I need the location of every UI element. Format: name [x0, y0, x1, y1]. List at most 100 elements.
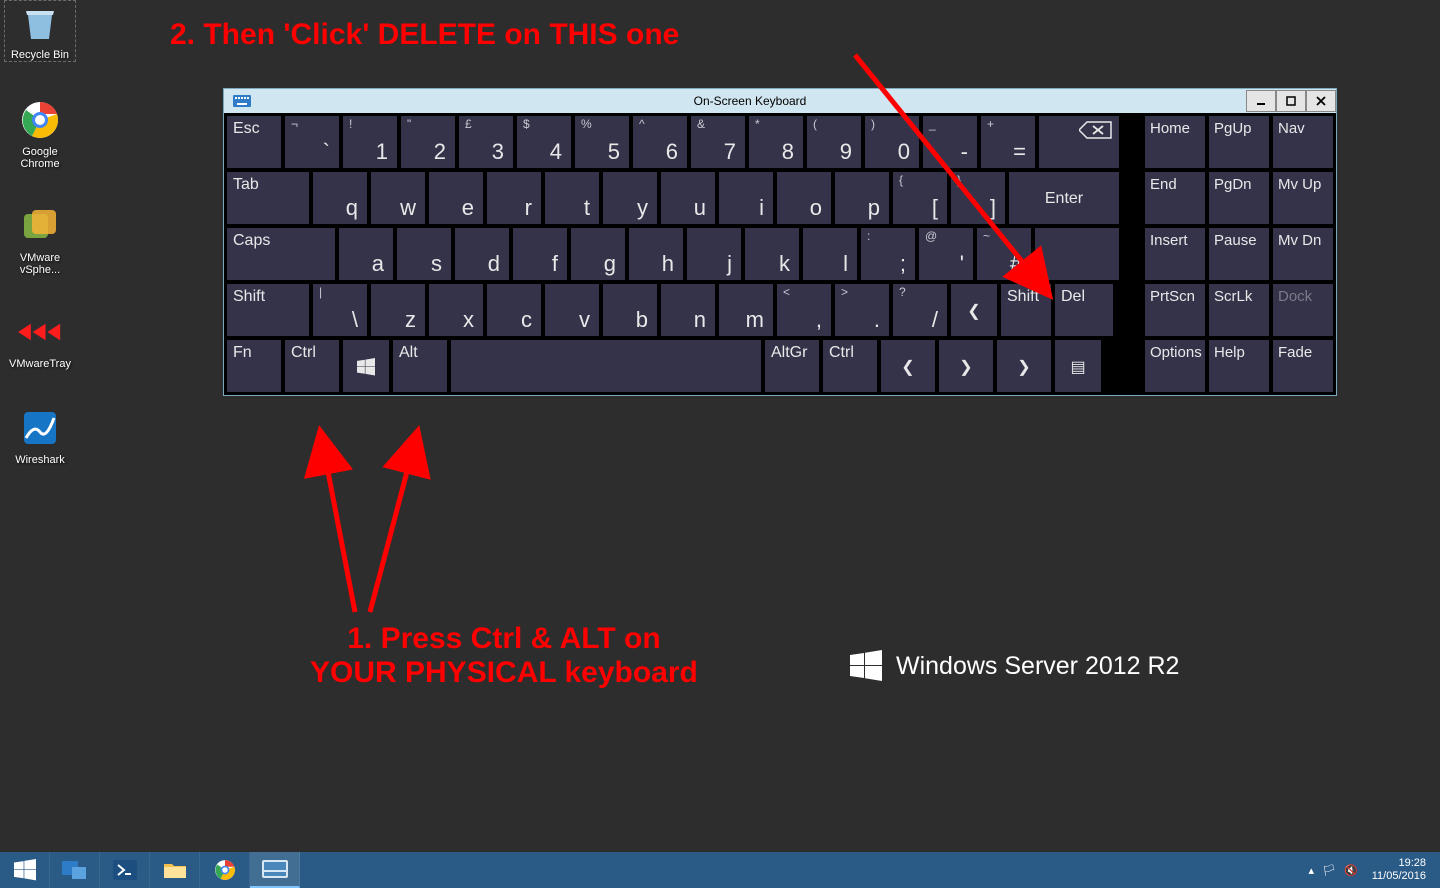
key-[interactable]: _-: [923, 116, 977, 168]
key-r[interactable]: r: [487, 172, 541, 224]
osk-titlebar[interactable]: On-Screen Keyboard: [224, 89, 1336, 113]
key-b[interactable]: b: [603, 284, 657, 336]
side-key-fade[interactable]: Fade: [1273, 340, 1333, 392]
side-key-prtscn[interactable]: PrtScn: [1145, 284, 1205, 336]
key-t[interactable]: t: [545, 172, 599, 224]
key-blank[interactable]: [451, 340, 761, 392]
key-x[interactable]: x: [429, 284, 483, 336]
key-[interactable]: {[: [893, 172, 947, 224]
key-m[interactable]: m: [719, 284, 773, 336]
key-del[interactable]: Del: [1055, 284, 1113, 336]
key-[interactable]: ¬`: [285, 116, 339, 168]
down-arrow[interactable]: ❯: [939, 340, 993, 392]
key-shift[interactable]: Shift: [227, 284, 309, 336]
key-[interactable]: }]: [951, 172, 1005, 224]
minimize-button[interactable]: [1246, 90, 1276, 112]
key-o[interactable]: o: [777, 172, 831, 224]
key-u[interactable]: u: [661, 172, 715, 224]
desktop-icon-vmwaretray[interactable]: VMwareTray: [4, 310, 76, 370]
key-v[interactable]: v: [545, 284, 599, 336]
key-p[interactable]: p: [835, 172, 889, 224]
key-windows[interactable]: [343, 340, 389, 392]
key-d[interactable]: d: [455, 228, 509, 280]
desktop-icon-vmware-vsphere[interactable]: VMware vSphe...: [4, 204, 76, 276]
key-8[interactable]: *8: [749, 116, 803, 168]
key-y[interactable]: y: [603, 172, 657, 224]
key-g[interactable]: g: [571, 228, 625, 280]
key-j[interactable]: j: [687, 228, 741, 280]
key-6[interactable]: ^6: [633, 116, 687, 168]
key-a[interactable]: a: [339, 228, 393, 280]
key-[interactable]: ~#: [977, 228, 1031, 280]
key-f[interactable]: f: [513, 228, 567, 280]
key-0[interactable]: )0: [865, 116, 919, 168]
desktop-icon-recycle-bin[interactable]: Recycle Bin: [4, 0, 76, 62]
key-5[interactable]: %5: [575, 116, 629, 168]
key-z[interactable]: z: [371, 284, 425, 336]
taskbar-chrome[interactable]: [200, 852, 250, 888]
key-[interactable]: ?/: [893, 284, 947, 336]
taskbar-osk[interactable]: [250, 852, 300, 888]
side-key-mv-dn[interactable]: Mv Dn: [1273, 228, 1333, 280]
key-[interactable]: <,: [777, 284, 831, 336]
key-i[interactable]: i: [719, 172, 773, 224]
right-arrow[interactable]: ❯: [997, 340, 1051, 392]
menu-key[interactable]: ▤: [1055, 340, 1101, 392]
key-9[interactable]: (9: [807, 116, 861, 168]
close-button[interactable]: [1306, 90, 1336, 112]
desktop-icon-chrome[interactable]: Google Chrome: [4, 98, 76, 170]
key-n[interactable]: n: [661, 284, 715, 336]
side-key-pause[interactable]: Pause: [1209, 228, 1269, 280]
key-caps[interactable]: Caps: [227, 228, 335, 280]
side-key-insert[interactable]: Insert: [1145, 228, 1205, 280]
side-key-end[interactable]: End: [1145, 172, 1205, 224]
desktop-icon-wireshark[interactable]: Wireshark: [4, 406, 76, 466]
key-1[interactable]: !1: [343, 116, 397, 168]
key-4[interactable]: $4: [517, 116, 571, 168]
key-[interactable]: >.: [835, 284, 889, 336]
key-ctrl[interactable]: Ctrl: [823, 340, 877, 392]
left-arrow[interactable]: ❮: [881, 340, 935, 392]
key-k[interactable]: k: [745, 228, 799, 280]
up-arrow[interactable]: ❮: [951, 284, 997, 336]
key-enter[interactable]: Enter: [1009, 172, 1119, 224]
key-[interactable]: :;: [861, 228, 915, 280]
system-tray[interactable]: ▴ 🏳 🔇 19:28 11/05/2016: [1301, 852, 1440, 888]
key-e[interactable]: e: [429, 172, 483, 224]
taskbar-explorer[interactable]: [150, 852, 200, 888]
side-key-dock[interactable]: Dock: [1273, 284, 1333, 336]
tray-chevron-icon[interactable]: ▴: [1309, 864, 1315, 877]
side-key-pgdn[interactable]: PgDn: [1209, 172, 1269, 224]
start-button[interactable]: [0, 852, 50, 888]
key-s[interactable]: s: [397, 228, 451, 280]
side-key-home[interactable]: Home: [1145, 116, 1205, 168]
key-h[interactable]: h: [629, 228, 683, 280]
key-esc[interactable]: Esc: [227, 116, 281, 168]
side-key-help[interactable]: Help: [1209, 340, 1269, 392]
key-[interactable]: +=: [981, 116, 1035, 168]
tray-volume-muted-icon[interactable]: 🔇: [1344, 864, 1358, 877]
key-w[interactable]: w: [371, 172, 425, 224]
side-key-pgup[interactable]: PgUp: [1209, 116, 1269, 168]
key-alt[interactable]: Alt: [393, 340, 447, 392]
key-altgr[interactable]: AltGr: [765, 340, 819, 392]
key-fn[interactable]: Fn: [227, 340, 281, 392]
key-c[interactable]: c: [487, 284, 541, 336]
maximize-button[interactable]: [1276, 90, 1306, 112]
key-[interactable]: |\: [313, 284, 367, 336]
key-backspace[interactable]: [1039, 116, 1119, 168]
taskbar-server-manager[interactable]: [50, 852, 100, 888]
taskbar-powershell[interactable]: [100, 852, 150, 888]
key-l[interactable]: l: [803, 228, 857, 280]
side-key-scrlk[interactable]: ScrLk: [1209, 284, 1269, 336]
tray-flag-icon[interactable]: 🏳: [1322, 864, 1336, 877]
key-[interactable]: @': [919, 228, 973, 280]
side-key-nav[interactable]: Nav: [1273, 116, 1333, 168]
side-key-mv-up[interactable]: Mv Up: [1273, 172, 1333, 224]
key-2[interactable]: "2: [401, 116, 455, 168]
key-tab[interactable]: Tab: [227, 172, 309, 224]
key-blank[interactable]: [1035, 228, 1119, 280]
key-q[interactable]: q: [313, 172, 367, 224]
key-7[interactable]: &7: [691, 116, 745, 168]
key-ctrl[interactable]: Ctrl: [285, 340, 339, 392]
